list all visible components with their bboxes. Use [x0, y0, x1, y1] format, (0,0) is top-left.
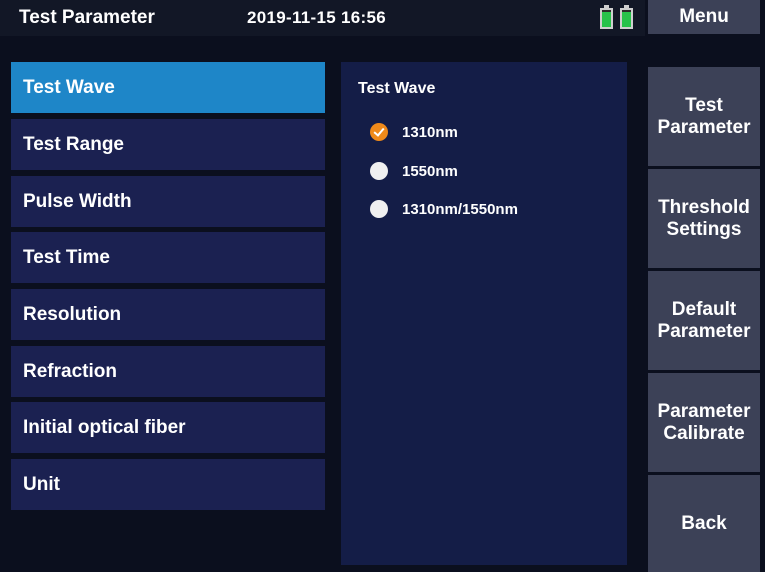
button-label-line2: Parameter [657, 116, 751, 138]
panel-title: Test Wave [358, 80, 436, 97]
button-label: Back [681, 512, 727, 534]
param-item-label: Test Range [23, 133, 125, 155]
radio-checked-icon[interactable] [370, 123, 388, 141]
button-label-line1: Parameter [657, 400, 751, 422]
radio-unchecked-icon[interactable] [370, 162, 388, 180]
option-1550nm[interactable]: 1550nm [370, 160, 458, 182]
param-item-test-wave[interactable]: Test Wave [11, 62, 325, 113]
param-item-test-time[interactable]: Test Time [11, 232, 325, 283]
option-label: 1550nm [402, 162, 458, 180]
test-wave-panel: Test Wave 1310nm 1550nm 1310nm/1550nm [341, 62, 627, 565]
page-title: Test Parameter [19, 7, 155, 28]
button-label-line1: Threshold [658, 196, 750, 218]
battery-icon [600, 5, 613, 29]
param-item-refraction[interactable]: Refraction [11, 346, 325, 397]
param-item-initial-optical-fiber[interactable]: Initial optical fiber [11, 402, 325, 453]
option-label: 1310nm/1550nm [402, 200, 518, 218]
default-parameter-button[interactable]: Default Parameter [648, 271, 760, 370]
param-item-label: Initial optical fiber [23, 416, 186, 438]
threshold-settings-button[interactable]: Threshold Settings [648, 169, 760, 268]
button-label-line2: Settings [666, 218, 742, 240]
button-label-line2: Calibrate [663, 422, 745, 444]
button-label-line2: Parameter [657, 320, 751, 342]
button-label-line1: Default [671, 298, 737, 320]
param-item-label: Test Wave [23, 76, 115, 98]
param-item-resolution[interactable]: Resolution [11, 289, 325, 340]
param-item-pulse-width[interactable]: Pulse Width [11, 176, 325, 227]
option-1310nm-1550nm[interactable]: 1310nm/1550nm [370, 198, 518, 220]
menu-button[interactable]: Menu [648, 0, 760, 34]
param-item-unit[interactable]: Unit [11, 459, 325, 510]
parameter-calibrate-button[interactable]: Parameter Calibrate [648, 373, 760, 472]
datetime-display: 2019-11-15 16:56 [247, 8, 387, 27]
battery-icon [620, 5, 633, 29]
status-bar: Test Parameter 2019-11-15 16:56 [0, 0, 645, 36]
param-item-test-range[interactable]: Test Range [11, 119, 325, 170]
param-item-label: Refraction [23, 360, 117, 382]
button-label-line1: Test [685, 94, 723, 116]
test-parameter-button[interactable]: Test Parameter [648, 67, 760, 166]
option-label: 1310nm [402, 123, 458, 141]
param-item-label: Pulse Width [23, 190, 132, 212]
param-item-label: Test Time [23, 246, 110, 268]
option-1310nm[interactable]: 1310nm [370, 121, 458, 143]
back-button[interactable]: Back [648, 475, 760, 572]
radio-unchecked-icon[interactable] [370, 200, 388, 218]
param-item-label: Unit [23, 473, 60, 495]
param-item-label: Resolution [23, 303, 122, 325]
